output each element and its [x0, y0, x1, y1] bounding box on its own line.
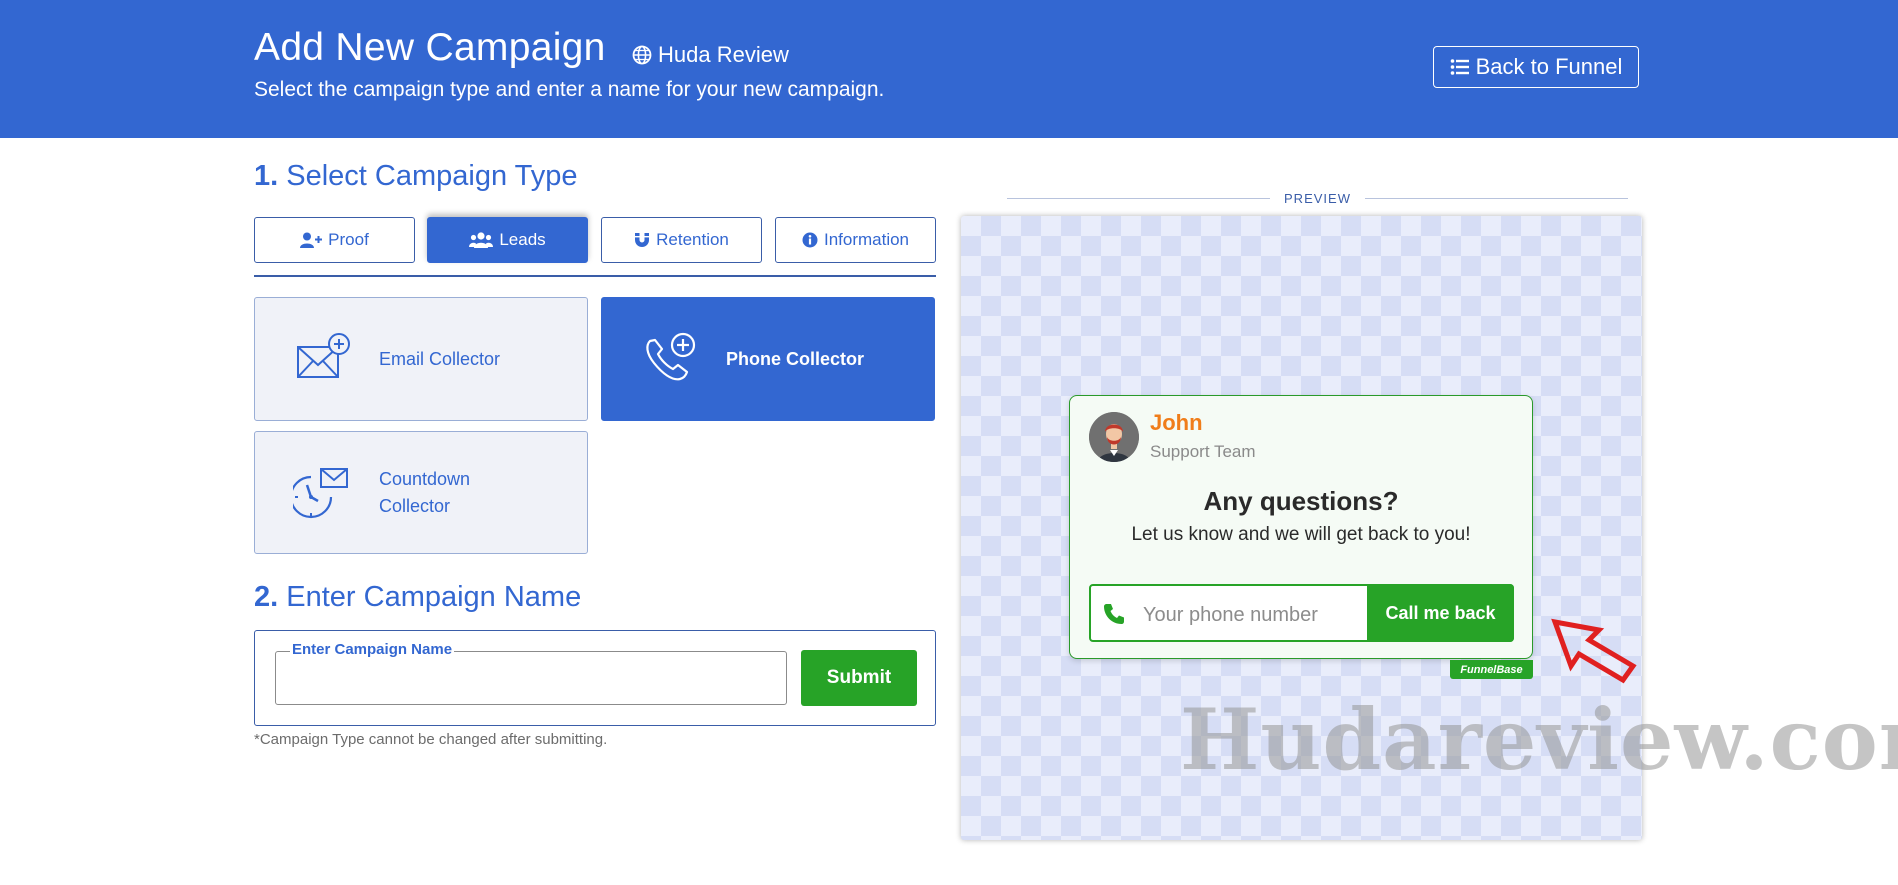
email-collector-label: Email Collector: [379, 348, 501, 369]
magnet-icon: [635, 233, 650, 247]
info-circle-icon: [802, 232, 818, 248]
users-icon: [469, 232, 494, 248]
user-plus-icon: [300, 232, 323, 248]
page-header: Add New Campaign Huda Review Select the …: [0, 0, 1898, 138]
campaign-type-note: *Campaign Type cannot be changed after s…: [254, 731, 608, 748]
phone-icon: [1104, 604, 1124, 624]
submit-button[interactable]: Submit: [801, 650, 917, 706]
tab-leads[interactable]: Leads: [427, 217, 588, 263]
preview-label-text: PREVIEW: [1284, 190, 1351, 206]
call-me-back-button[interactable]: Call me back: [1367, 584, 1514, 642]
campaign-name-form: Enter Campaign Name Submit: [254, 630, 936, 726]
back-to-funnel-button[interactable]: Back to Funnel: [1433, 46, 1639, 88]
step1-number: 1.: [254, 160, 279, 192]
phone-number-input[interactable]: [1141, 602, 1365, 628]
step1-title-text: Select Campaign Type: [286, 160, 578, 192]
globe-icon: [632, 45, 652, 65]
tab-proof-label: Proof: [328, 230, 369, 249]
list-icon: [1450, 59, 1469, 75]
tab-retention-label: Retention: [656, 230, 729, 249]
email-collector-card[interactable]: Email Collector: [254, 297, 588, 421]
campaign-name-fieldset: Enter Campaign Name: [275, 641, 787, 705]
widget-text: Let us know and we will get back to you!: [1131, 524, 1471, 545]
preview-label: PREVIEW: [993, 189, 1642, 207]
step2-number: 2.: [254, 581, 279, 613]
phone-input-group: Call me back: [1089, 584, 1514, 642]
back-to-funnel-label: Back to Funnel: [1475, 54, 1623, 79]
campaign-name-input[interactable]: [286, 666, 780, 694]
step2-title: 2. Enter Campaign Name: [254, 581, 581, 614]
watermark: Hudareview.com: [1180, 690, 1898, 789]
campaign-name-label: Enter Campaign Name: [290, 641, 455, 658]
countdown-collector-card[interactable]: Countdown Collector: [254, 431, 588, 554]
widget-title: Any questions?: [1203, 486, 1399, 516]
phone-collector-label: Phone Collector: [726, 348, 865, 369]
tab-information-label: Information: [823, 230, 910, 249]
phone-plus-icon: [646, 332, 696, 381]
countdown-collector-label: Countdown Collector: [379, 468, 471, 516]
tab-leads-label: Leads: [499, 230, 546, 249]
envelope-plus-icon: [297, 333, 350, 378]
agent-role: Support Team: [1150, 442, 1256, 461]
site-name: Huda Review: [632, 42, 789, 68]
step1-title: 1. Select Campaign Type: [254, 160, 578, 193]
phone-collector-widget: John Support Team Any questions? Let us …: [1069, 395, 1533, 659]
page-title: Add New Campaign: [254, 26, 606, 69]
agent-avatar-icon: [1089, 412, 1139, 462]
site-name-label: Huda Review: [658, 42, 789, 67]
agent-name: John: [1150, 410, 1203, 435]
phone-collector-card[interactable]: Phone Collector: [601, 297, 935, 421]
pointer-arrow-icon: [1551, 618, 1637, 684]
tab-proof[interactable]: Proof: [254, 217, 415, 263]
tab-divider: [254, 275, 936, 277]
page-subtitle: Select the campaign type and enter a nam…: [254, 78, 885, 101]
funnelbase-badge: FunnelBase: [1450, 660, 1533, 679]
tab-retention[interactable]: Retention: [601, 217, 762, 263]
tab-information[interactable]: Information: [775, 217, 936, 263]
clock-envelope-icon: [293, 467, 348, 518]
avatar: [1089, 412, 1139, 462]
step2-title-text: Enter Campaign Name: [286, 581, 582, 613]
